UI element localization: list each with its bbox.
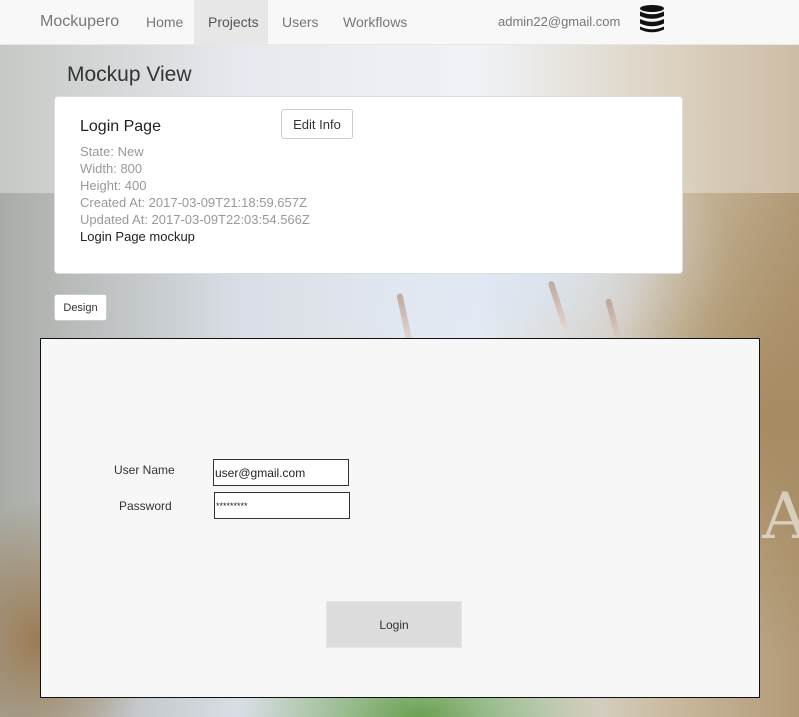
username-field[interactable]: [213, 459, 349, 486]
mockup-info-panel: Login Page Edit Info State: New Width: 8…: [54, 96, 683, 274]
nav-workflows[interactable]: Workflows: [329, 0, 421, 45]
login-button[interactable]: Login: [326, 601, 462, 648]
password-label: Password: [119, 499, 172, 513]
mockup-height: Height: 400: [80, 178, 147, 193]
username-label: User Name: [114, 463, 175, 477]
edit-info-button[interactable]: Edit Info: [281, 109, 353, 139]
nav-home[interactable]: Home: [132, 0, 197, 45]
mockup-description: Login Page mockup: [80, 229, 195, 244]
nav-users[interactable]: Users: [268, 0, 333, 45]
mockup-name: Login Page: [80, 118, 161, 135]
mockup-updated-at: Updated At: 2017-03-09T22:03:54.566Z: [80, 212, 310, 227]
mockup-preview-canvas: User Name Password Login: [40, 338, 760, 698]
top-navbar: Mockupero Home Projects Users Workflows …: [0, 0, 799, 45]
mockup-width: Width: 800: [80, 161, 143, 176]
mockup-state: State: New: [80, 144, 144, 159]
brand-link[interactable]: Mockupero: [40, 13, 119, 31]
nav-projects[interactable]: Projects: [194, 0, 268, 45]
password-field[interactable]: [214, 492, 350, 519]
mockup-created-at: Created At: 2017-03-09T21:18:59.657Z: [80, 195, 307, 210]
design-button[interactable]: Design: [54, 294, 107, 321]
background-lettering: Ap: [762, 480, 799, 554]
user-email[interactable]: admin22@gmail.com: [498, 14, 620, 29]
background-pencil: [547, 280, 571, 335]
database-icon[interactable]: [638, 4, 666, 34]
page-title: Mockup View: [67, 63, 192, 86]
